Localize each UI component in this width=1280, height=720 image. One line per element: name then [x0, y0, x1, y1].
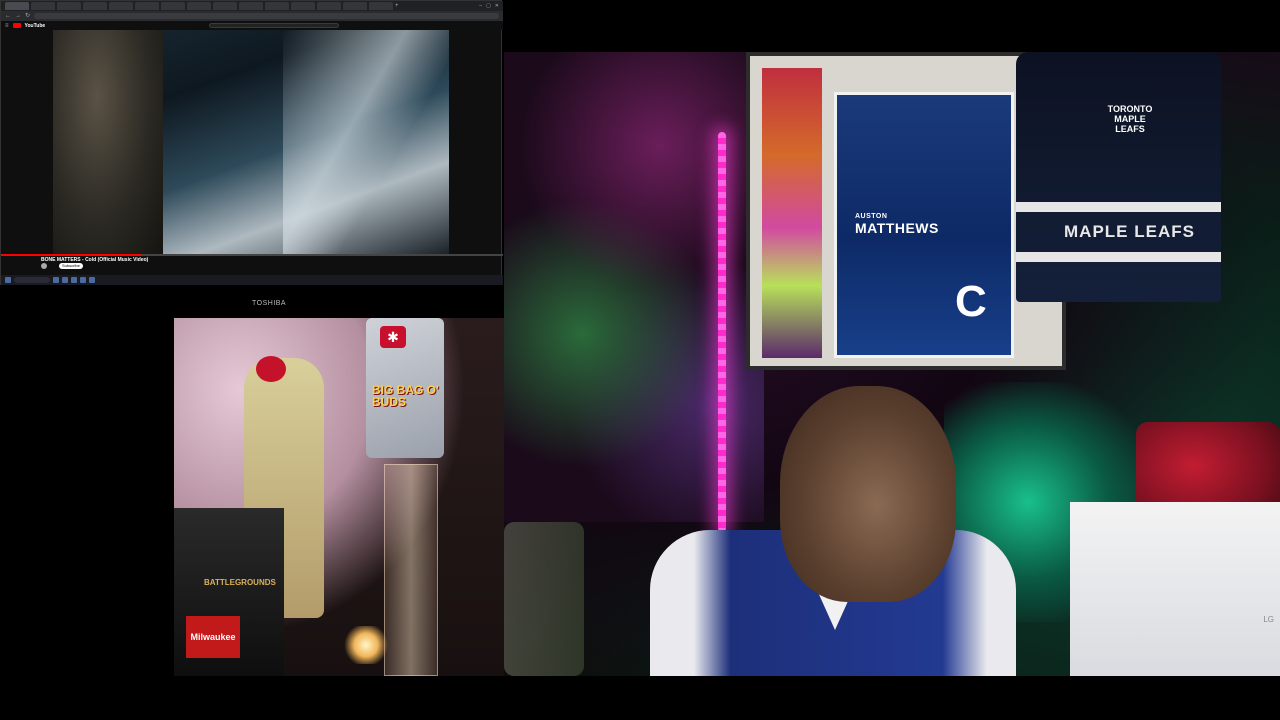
taskbar-app-icon[interactable] [80, 277, 86, 283]
taskbar-app-icon[interactable] [89, 277, 95, 283]
beer-box: BATTLEGROUNDS Milwaukee [174, 508, 284, 676]
hanging-jersey: TORONTO MAPLE LEAFS MAPLE LEAFS [1016, 52, 1221, 302]
browser-tab[interactable] [291, 2, 315, 10]
beer-box-text: BATTLEGROUNDS [204, 578, 276, 587]
browser-tab[interactable] [57, 2, 81, 10]
browser-tab[interactable] [187, 2, 211, 10]
jersey-stripe [1016, 252, 1221, 262]
browser-tab[interactable] [317, 2, 341, 10]
led-light-strip [718, 132, 726, 532]
maximize-icon[interactable]: ▢ [486, 3, 491, 9]
youtube-header: ≡ YouTube [1, 21, 503, 30]
url-field[interactable] [34, 13, 499, 19]
taskbar-app-icon[interactable] [62, 277, 68, 283]
camera-label: TOSHIBA [252, 300, 287, 307]
washer-brand: LG [1263, 615, 1274, 624]
jersey-stripe [1016, 202, 1221, 212]
browser-tab[interactable] [239, 2, 263, 10]
youtube-logo-icon[interactable] [12, 23, 21, 28]
maple-leaf-logo: TORONTO MAPLE LEAFS [1107, 104, 1153, 134]
browser-tab[interactable] [135, 2, 159, 10]
minimize-icon[interactable]: – [479, 3, 482, 9]
poster-player-name: AUSTON MATTHEWS [855, 213, 939, 236]
jersey-lettering: MAPLE LEAFS [1064, 222, 1195, 241]
webcam-feed: AUSTON MATTHEWS C TORONTO MAPLE LEAFS MA… [504, 52, 1280, 676]
video-player[interactable] [53, 30, 449, 254]
poster-collage [762, 68, 822, 358]
glass-jar [504, 522, 584, 676]
browser-tab[interactable] [213, 2, 237, 10]
rose [256, 356, 286, 382]
os-taskbar [1, 275, 503, 285]
taskbar-search[interactable] [14, 277, 50, 283]
bag-label: BIG BAG O' BUDS [372, 383, 439, 409]
bud-bag: ✱ BIG BAG O' BUDS [366, 318, 444, 458]
browser-tab[interactable] [369, 2, 393, 10]
browser-tab[interactable] [109, 2, 133, 10]
channel-avatar[interactable] [41, 263, 47, 269]
taskbar-app-icon[interactable] [53, 277, 59, 283]
window-controls: – ▢ ✕ [479, 3, 499, 9]
address-bar: ← → ↻ [1, 11, 503, 21]
washing-machine: LG [1070, 502, 1280, 676]
reload-icon[interactable]: ↻ [25, 11, 30, 21]
video-figure [53, 30, 163, 254]
leaf-icon: ✱ [380, 326, 406, 348]
poster-name-line1: AUSTON [855, 213, 888, 220]
start-icon[interactable] [5, 277, 11, 283]
taskbar-app-icon[interactable] [71, 277, 77, 283]
new-tab-icon[interactable]: + [395, 2, 399, 10]
video-light-beam [283, 30, 449, 254]
poster-name-line2: MATTHEWS [855, 220, 939, 236]
browser-tab[interactable] [161, 2, 185, 10]
browser-tab[interactable] [31, 2, 55, 10]
browser-tab[interactable] [83, 2, 107, 10]
browser-tab[interactable] [265, 2, 289, 10]
stream-frame: AUSTON MATTHEWS C TORONTO MAPLE LEAFS MA… [0, 0, 1280, 720]
back-icon[interactable]: ← [5, 11, 11, 21]
hockey-poster: AUSTON MATTHEWS C [834, 92, 1014, 358]
subscribe-button[interactable]: Subscribe [59, 263, 83, 269]
candle [344, 626, 388, 664]
channel-row: Subscribe [41, 263, 83, 269]
poster-captain-letter: C [955, 277, 987, 326]
search-input[interactable] [209, 23, 340, 28]
tab-strip: + – ▢ ✕ [1, 1, 503, 11]
youtube-wordmark[interactable]: YouTube [25, 23, 46, 29]
video-progress-bar[interactable] [1, 254, 503, 256]
glass-bong [384, 464, 438, 676]
close-icon[interactable]: ✕ [495, 3, 499, 9]
video-progress-fill [1, 254, 142, 256]
browser-tab[interactable] [343, 2, 367, 10]
forward-icon[interactable]: → [15, 11, 21, 21]
beer-brand: Milwaukee [186, 616, 240, 658]
second-camera-feed: ✱ BIG BAG O' BUDS BATTLEGROUNDS Milwauke… [174, 318, 504, 676]
streamer-head [780, 386, 956, 602]
browser-tab[interactable] [5, 2, 29, 10]
browser-window-capture: + – ▢ ✕ ← → ↻ ≡ YouTube BONE MATTERS - C… [0, 0, 503, 285]
menu-icon[interactable]: ≡ [5, 21, 9, 31]
